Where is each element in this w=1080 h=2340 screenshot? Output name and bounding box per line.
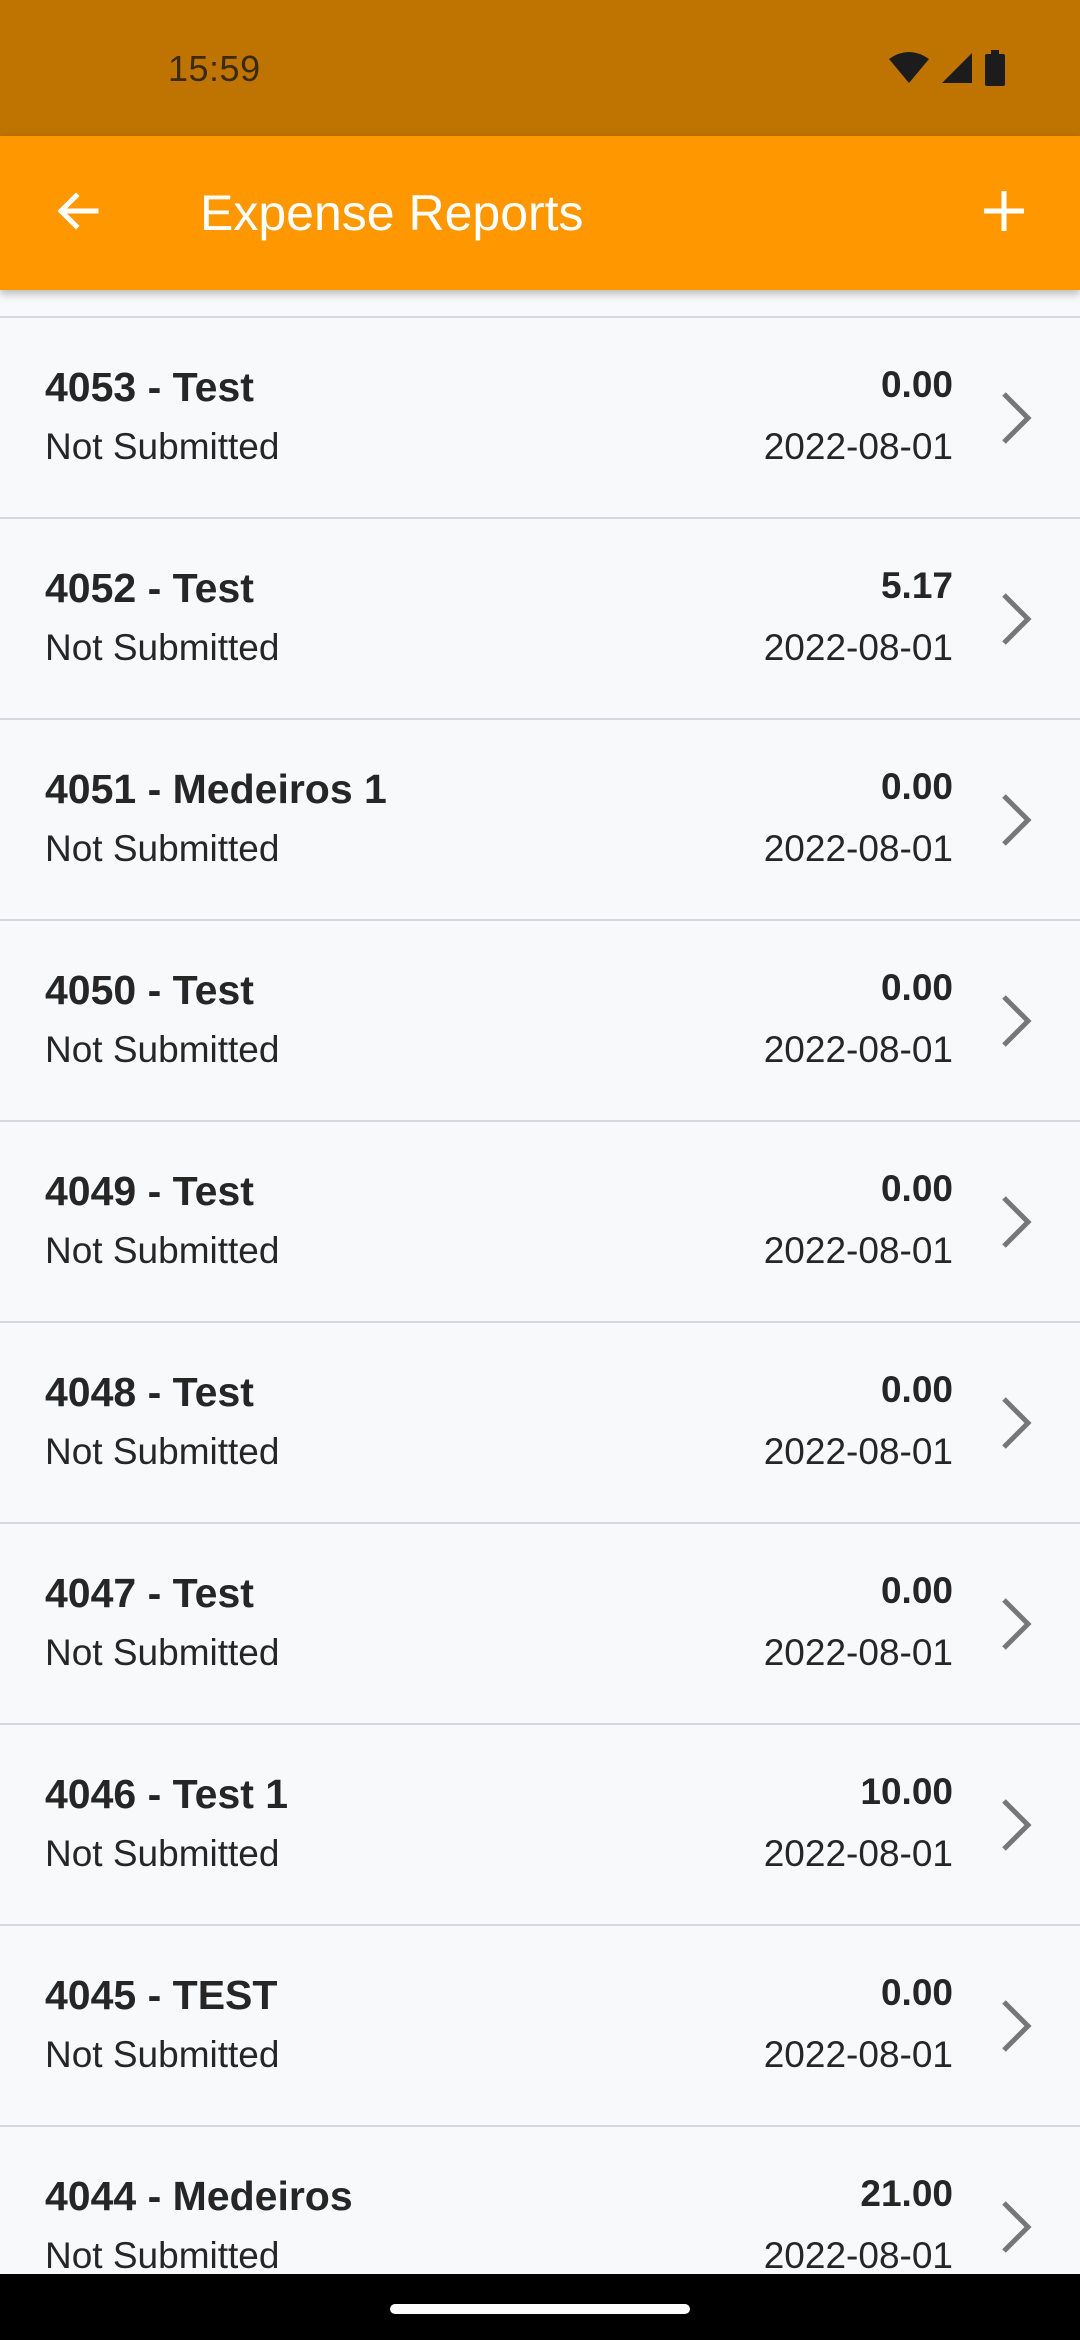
report-title: 4048 - Test — [45, 1369, 254, 1415]
chevron-right-icon — [988, 1996, 1044, 2056]
report-amount: 5.17 — [880, 565, 953, 606]
report-status: Not Submitted — [45, 2235, 280, 2276]
chevron-right-icon — [988, 589, 1044, 649]
chevron-right-icon — [988, 790, 1044, 850]
back-button[interactable] — [32, 167, 124, 259]
report-amount: 0.00 — [880, 967, 953, 1008]
report-amount: 0.00 — [880, 766, 953, 807]
report-date: 2022-08-01 — [763, 1632, 953, 1673]
page-title: Expense Reports — [200, 185, 584, 241]
status-icons — [888, 49, 1006, 91]
report-status: Not Submitted — [45, 1029, 280, 1070]
report-date: 2022-08-01 — [763, 426, 953, 467]
plus-icon — [982, 189, 1026, 238]
report-title: 4050 - Test — [45, 967, 254, 1013]
report-amount: 0.00 — [880, 1369, 953, 1410]
report-title: 4049 - Test — [45, 1168, 254, 1214]
list-item[interactable]: 4049 - Test Not Submitted 0.00 2022-08-0… — [0, 1122, 1080, 1323]
report-date: 2022-08-01 — [763, 1029, 953, 1070]
cellular-signal-icon — [940, 51, 974, 90]
list-item[interactable]: 4046 - Test 1 Not Submitted 10.00 2022-0… — [0, 1725, 1080, 1926]
report-amount: 21.00 — [860, 2173, 953, 2214]
report-date: 2022-08-01 — [763, 627, 953, 668]
report-title: 4053 - Test — [45, 364, 254, 410]
report-status: Not Submitted — [45, 2034, 280, 2075]
expense-report-list: 4053 - Test Not Submitted 0.00 2022-08-0… — [0, 316, 1080, 2276]
chevron-right-icon — [988, 1795, 1044, 1855]
report-title: 4052 - Test — [45, 565, 254, 611]
report-date: 2022-08-01 — [763, 2235, 953, 2276]
report-date: 2022-08-01 — [763, 1230, 953, 1271]
report-title: 4044 - Medeiros — [45, 2173, 353, 2219]
chevron-right-icon — [988, 1594, 1044, 1654]
wifi-icon — [888, 51, 930, 90]
status-time: 15:59 — [168, 48, 261, 89]
report-status: Not Submitted — [45, 1230, 280, 1271]
report-status: Not Submitted — [45, 1833, 280, 1874]
report-date: 2022-08-01 — [763, 1431, 953, 1472]
report-amount: 10.00 — [860, 1771, 953, 1812]
report-date: 2022-08-01 — [763, 1833, 953, 1874]
report-status: Not Submitted — [45, 1431, 280, 1472]
arrow-left-icon — [54, 187, 102, 240]
report-title: 4051 - Medeiros 1 — [45, 766, 387, 812]
report-date: 2022-08-01 — [763, 828, 953, 869]
report-title: 4045 - TEST — [45, 1972, 278, 2018]
chevron-right-icon — [988, 388, 1044, 448]
list-item[interactable]: 4050 - Test Not Submitted 0.00 2022-08-0… — [0, 921, 1080, 1122]
report-amount: 0.00 — [880, 1972, 953, 2013]
report-amount: 0.00 — [880, 364, 953, 405]
list-item[interactable]: 4052 - Test Not Submitted 5.17 2022-08-0… — [0, 519, 1080, 720]
report-status: Not Submitted — [45, 828, 280, 869]
chevron-right-icon — [988, 1192, 1044, 1252]
list-item[interactable]: 4048 - Test Not Submitted 0.00 2022-08-0… — [0, 1323, 1080, 1524]
report-status: Not Submitted — [45, 1632, 280, 1673]
list-item[interactable]: 4051 - Medeiros 1 Not Submitted 0.00 202… — [0, 720, 1080, 921]
report-title: 4046 - Test 1 — [45, 1771, 289, 1817]
home-gesture-handle[interactable] — [390, 2304, 690, 2314]
list-item[interactable]: 4045 - TEST Not Submitted 0.00 2022-08-0… — [0, 1926, 1080, 2127]
battery-icon — [984, 49, 1006, 91]
list-item[interactable]: 4044 - Medeiros Not Submitted 21.00 2022… — [0, 2127, 1080, 2276]
add-report-button[interactable] — [958, 167, 1050, 259]
status-bar: 15:59 — [0, 0, 1080, 136]
report-amount: 0.00 — [880, 1168, 953, 1209]
report-amount: 0.00 — [880, 1570, 953, 1611]
list-item[interactable]: 4053 - Test Not Submitted 0.00 2022-08-0… — [0, 318, 1080, 519]
chevron-right-icon — [988, 991, 1044, 1051]
report-date: 2022-08-01 — [763, 2034, 953, 2075]
app-bar: Expense Reports — [0, 136, 1080, 290]
chevron-right-icon — [988, 2197, 1044, 2257]
report-status: Not Submitted — [45, 426, 280, 467]
list-item[interactable]: 4047 - Test Not Submitted 0.00 2022-08-0… — [0, 1524, 1080, 1725]
report-title: 4047 - Test — [45, 1570, 254, 1616]
report-status: Not Submitted — [45, 627, 280, 668]
navigation-bar — [0, 2274, 1080, 2340]
chevron-right-icon — [988, 1393, 1044, 1453]
